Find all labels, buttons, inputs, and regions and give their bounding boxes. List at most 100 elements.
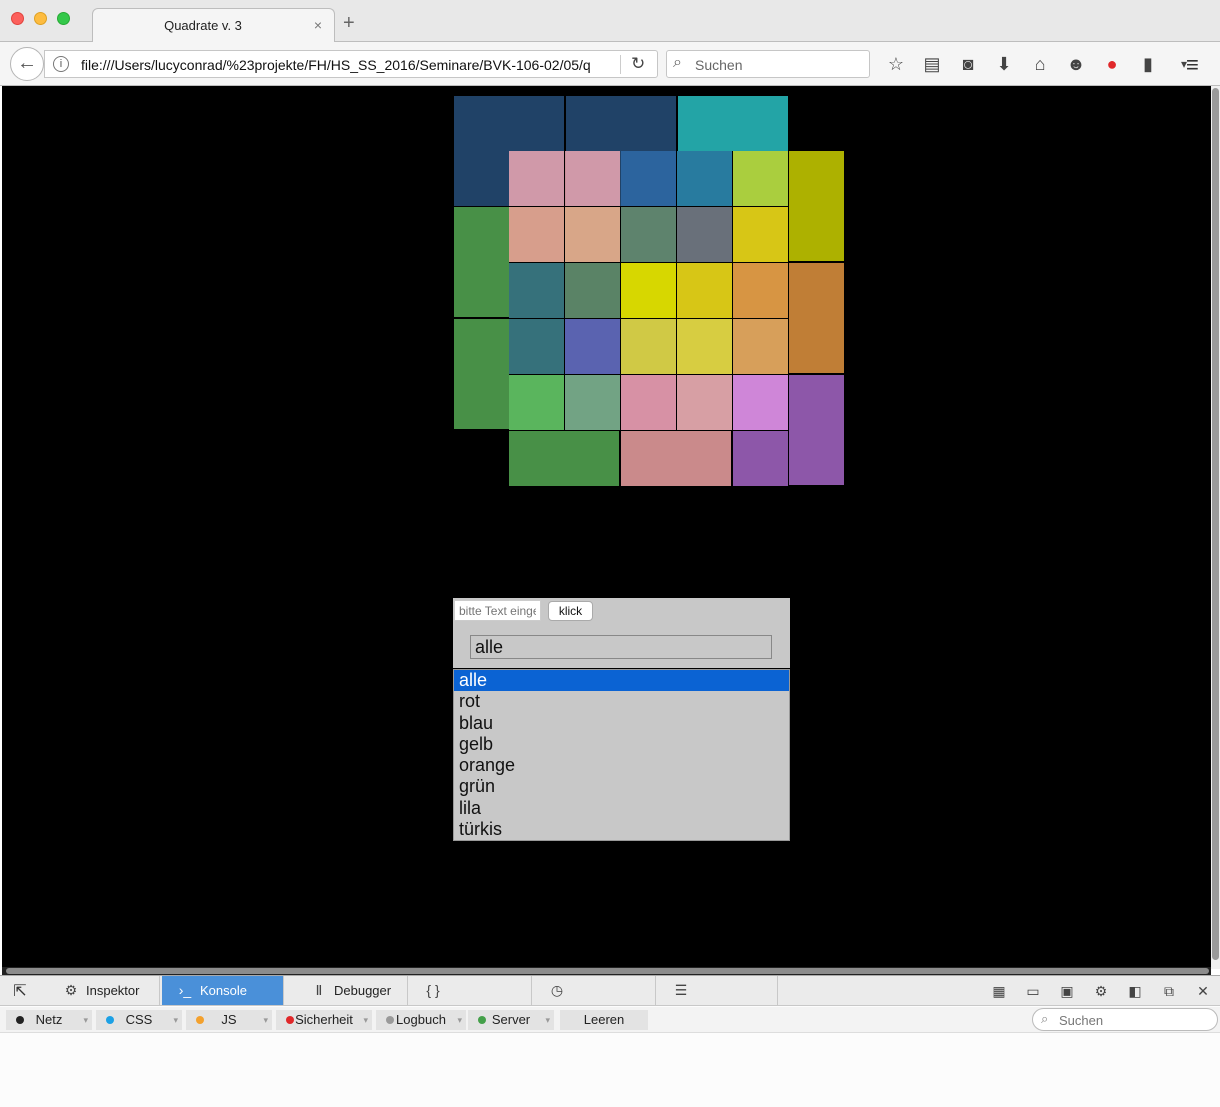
- devtools-tab[interactable]: Ⅱ Debugger: [296, 976, 408, 1005]
- color-square: [621, 319, 676, 374]
- console-filter-button[interactable]: CSS ▾: [96, 1010, 182, 1030]
- console-filter-button[interactable]: JS ▾: [186, 1010, 272, 1030]
- vertical-scrollbar-thumb[interactable]: [1212, 88, 1219, 960]
- color-select-list[interactable]: alle rot blau gelb orange grün lila türkis: [453, 669, 790, 841]
- chevron-down-icon: ▾: [545, 1015, 550, 1025]
- reload-icon[interactable]: ↻: [631, 54, 645, 74]
- menu-icon[interactable]: ≡: [1186, 52, 1199, 78]
- search-icon: ⌕: [673, 54, 682, 71]
- select-option[interactable]: blau: [454, 713, 789, 734]
- clear-button[interactable]: Leeren: [560, 1010, 648, 1030]
- devtools-tab[interactable]: ⚙ Inspektor: [48, 976, 160, 1005]
- color-square: [733, 319, 788, 374]
- back-button[interactable]: ←: [10, 47, 44, 81]
- color-square: [621, 263, 676, 318]
- console-filters: Netz ▾ CSS ▾ JS ▾ Sicherheit ▾ Logbuch ▾ Server ▾ L…: [0, 1007, 1220, 1033]
- clipboard-icon[interactable]: ▮: [1130, 52, 1166, 76]
- color-square: [733, 375, 788, 430]
- devtools-tab-label: Konsole: [200, 983, 247, 998]
- devtools-tab[interactable]: ☰Netzwerkana…: [658, 976, 778, 1027]
- color-square: [733, 431, 788, 486]
- close-icon[interactable]: ✕: [1186, 976, 1220, 1006]
- tab-close-icon[interactable]: ×: [314, 17, 322, 33]
- color-square: [677, 375, 732, 430]
- color-square: [509, 207, 564, 262]
- star-icon[interactable]: ☆: [878, 52, 914, 76]
- url-text[interactable]: file:///Users/lucyconrad/%23projekte/FH/…: [81, 57, 591, 73]
- form-panel: klick alle: [453, 598, 790, 668]
- color-square: [621, 207, 676, 262]
- color-square: [454, 319, 509, 429]
- color-square: [565, 263, 620, 318]
- window-maximize-button[interactable]: [57, 12, 70, 25]
- klick-button[interactable]: klick: [548, 601, 593, 621]
- devtools-toolbar-icons: ▦ ▭ ▣ ⚙ ◧ ⧉ ✕: [982, 976, 1220, 1006]
- chevron-down-icon: ▾: [263, 1015, 268, 1025]
- window-minimize-button[interactable]: [34, 12, 47, 25]
- devtools-tab-icon: ◷: [550, 982, 564, 998]
- text-input[interactable]: [454, 600, 541, 621]
- color-square: [789, 263, 844, 373]
- console-filter-label: JS: [221, 1012, 237, 1027]
- reader-icon[interactable]: ▤: [914, 52, 950, 76]
- addon-icon[interactable]: ●: [1094, 52, 1130, 76]
- color-square: [509, 319, 564, 374]
- color-square: [733, 151, 788, 206]
- color-square: [733, 263, 788, 318]
- home-icon[interactable]: ⌂: [1022, 52, 1058, 76]
- devtools-tab-icon: ⚙: [64, 982, 78, 998]
- select-option[interactable]: rot: [454, 691, 789, 712]
- select-option[interactable]: grün: [454, 776, 789, 797]
- info-icon[interactable]: i: [53, 56, 69, 72]
- pocket-icon[interactable]: ◙: [950, 52, 986, 76]
- layout-icon[interactable]: ▦: [982, 976, 1016, 1006]
- download-icon[interactable]: ⬇: [986, 52, 1022, 76]
- console-filter-label: Logbuch: [396, 1012, 446, 1027]
- horizontal-scrollbar-thumb[interactable]: [6, 968, 1209, 974]
- element-picker-icon[interactable]: ⇱: [8, 981, 32, 1001]
- chat-icon[interactable]: ☻: [1058, 52, 1094, 76]
- navigation-bar: i file:///Users/lucyconrad/%23projekte/F…: [0, 42, 1220, 86]
- window-close-button[interactable]: [11, 12, 24, 25]
- chevron-down-icon: ▾: [83, 1015, 88, 1025]
- color-square: [677, 151, 732, 206]
- console-search-input[interactable]: ⌕ Suchen: [1032, 1008, 1218, 1031]
- split-console-icon[interactable]: ▭: [1016, 976, 1050, 1006]
- dock-side-icon[interactable]: ◧: [1118, 976, 1152, 1006]
- devtools-tab[interactable]: ◷Laufzeitanalyse: [534, 976, 656, 1027]
- vertical-scrollbar[interactable]: [1211, 86, 1220, 969]
- url-bar[interactable]: i file:///Users/lucyconrad/%23projekte/F…: [44, 50, 658, 78]
- undock-icon[interactable]: ⧉: [1152, 976, 1186, 1006]
- search-bar[interactable]: ⌕ Suchen: [666, 50, 870, 78]
- horizontal-scrollbar[interactable]: [2, 967, 1211, 975]
- devtools-tab-label: Inspektor: [86, 983, 140, 998]
- select-option[interactable]: lila: [454, 798, 789, 819]
- devtools-tab[interactable]: ›_ Konsole: [162, 976, 284, 1005]
- select-option[interactable]: türkis: [454, 819, 789, 840]
- color-square: [621, 151, 676, 206]
- select-option[interactable]: orange: [454, 755, 789, 776]
- color-square: [677, 319, 732, 374]
- console-filter-button[interactable]: Logbuch ▾: [376, 1010, 466, 1030]
- color-square: [565, 207, 620, 262]
- console-filter-button[interactable]: Netz ▾: [6, 1010, 92, 1030]
- color-square: [789, 151, 844, 261]
- console-filter-button[interactable]: Sicherheit ▾: [276, 1010, 372, 1030]
- new-tab-button[interactable]: +: [343, 12, 355, 35]
- select-option[interactable]: alle: [454, 670, 789, 692]
- color-square: [677, 207, 732, 262]
- output-field: alle: [470, 635, 772, 659]
- color-square: [454, 207, 509, 317]
- gear-icon[interactable]: ⚙: [1084, 976, 1118, 1006]
- color-square: [565, 375, 620, 430]
- browser-tab[interactable]: Quadrate v. 3 ×: [92, 8, 335, 43]
- console-filter-label: Sicherheit: [295, 1012, 353, 1027]
- title-bar: Quadrate v. 3 × +: [0, 0, 1220, 43]
- responsive-icon[interactable]: ▣: [1050, 976, 1084, 1006]
- chevron-down-icon: ▾: [363, 1015, 368, 1025]
- devtools-tab[interactable]: { }Stilbearbeitung: [410, 976, 532, 1027]
- color-square: [509, 375, 564, 430]
- select-option[interactable]: gelb: [454, 734, 789, 755]
- color-square: [789, 375, 844, 485]
- console-filter-button[interactable]: Server ▾: [468, 1010, 554, 1030]
